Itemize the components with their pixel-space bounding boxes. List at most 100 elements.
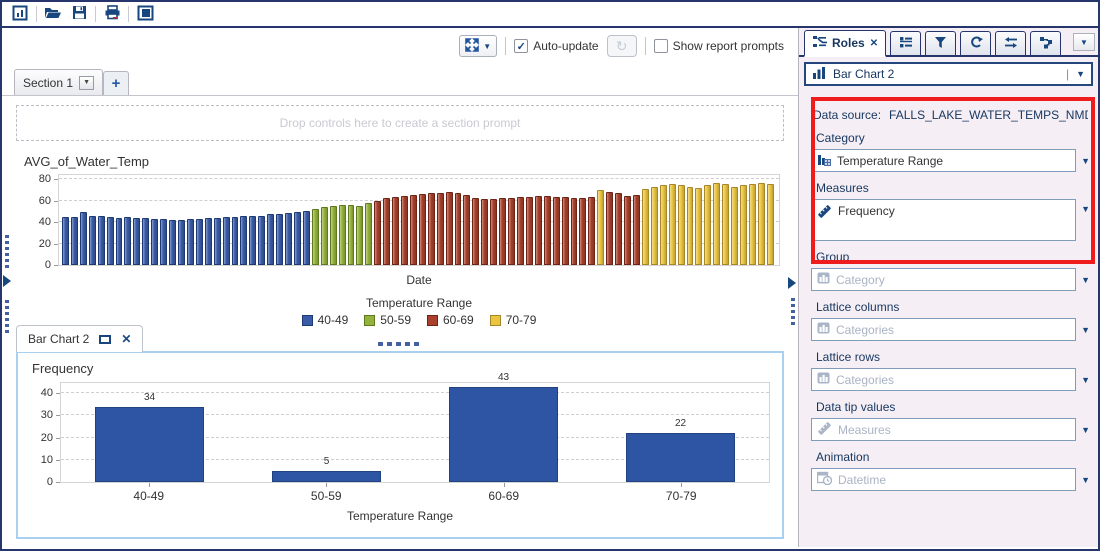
expand-view-button[interactable]: ▼ [459, 35, 497, 57]
bar[interactable] [428, 193, 435, 265]
chart1-plot-area[interactable] [58, 174, 780, 266]
bar[interactable] [437, 193, 444, 265]
bar[interactable] [312, 209, 319, 265]
bar[interactable] [383, 198, 390, 265]
bar[interactable] [124, 217, 131, 265]
bar[interactable] [749, 184, 756, 265]
show-report-prompts-checkbox[interactable]: Show report prompts [654, 39, 784, 53]
bar[interactable] [678, 185, 685, 265]
tab-roles[interactable]: Roles ✕ [804, 30, 886, 57]
bar[interactable] [107, 217, 114, 265]
bar[interactable] [499, 198, 506, 265]
bar[interactable] [472, 198, 479, 265]
section-tab[interactable]: Section 1 ▼ [14, 69, 103, 95]
bar[interactable] [704, 185, 711, 265]
bar-chart-2-tab[interactable]: Bar Chart 2 ✕ [16, 325, 143, 352]
bar[interactable] [571, 198, 578, 265]
bar[interactable] [535, 196, 542, 265]
refresh-button[interactable]: ↻ [607, 35, 637, 57]
bar[interactable] [232, 217, 239, 265]
bar[interactable] [740, 185, 747, 265]
bar[interactable] [95, 407, 205, 482]
legend-item[interactable]: 40-49 [302, 313, 349, 327]
section-prompt-dropzone[interactable]: Drop controls here to create a section p… [16, 105, 784, 141]
bar[interactable] [446, 192, 453, 265]
bar[interactable] [321, 207, 328, 265]
bar[interactable] [758, 183, 765, 265]
bar[interactable] [214, 218, 221, 265]
bar[interactable] [490, 199, 497, 265]
bar[interactable] [62, 217, 69, 265]
bar[interactable] [330, 206, 337, 265]
left-splitter-handle[interactable] [5, 235, 9, 268]
bar[interactable] [240, 216, 247, 265]
bar[interactable] [133, 218, 140, 265]
bar[interactable] [615, 193, 622, 265]
open-button[interactable] [40, 3, 66, 25]
bar[interactable] [687, 187, 694, 265]
bar[interactable] [517, 197, 524, 265]
close-icon[interactable]: ✕ [121, 332, 131, 346]
bar[interactable] [223, 217, 230, 265]
chevron-down-icon[interactable]: ▼ [1081, 475, 1090, 485]
bar[interactable] [562, 197, 569, 265]
tab-properties[interactable] [890, 31, 921, 55]
bar[interactable] [579, 198, 586, 265]
bar[interactable] [508, 198, 515, 265]
bar[interactable] [258, 216, 265, 265]
chevron-down-icon[interactable]: ▼ [1081, 275, 1090, 285]
legend-item[interactable]: 50-59 [364, 313, 411, 327]
print-button[interactable] [99, 3, 125, 25]
bar[interactable] [178, 220, 185, 265]
bar[interactable] [356, 206, 363, 265]
bar[interactable] [633, 195, 640, 265]
bar[interactable] [80, 212, 87, 265]
bar[interactable] [285, 213, 292, 265]
data-tip-values-field[interactable]: Measures [811, 418, 1076, 441]
bar[interactable] [419, 194, 426, 265]
bar[interactable] [374, 201, 381, 266]
tab-ranks[interactable] [1030, 31, 1061, 55]
bar[interactable] [455, 193, 462, 265]
tab-interactions[interactable] [995, 31, 1026, 55]
bar[interactable] [196, 219, 203, 265]
bar[interactable] [187, 219, 194, 265]
chevron-down-icon[interactable]: ▼ [1081, 204, 1090, 214]
bar[interactable] [722, 184, 729, 265]
water-temp-bar-chart[interactable]: AVG_of_Water_Temp 020406080 Date Tempera… [24, 154, 780, 329]
bar[interactable] [597, 190, 604, 265]
legend-item[interactable]: 70-79 [490, 313, 537, 327]
bar[interactable] [365, 203, 372, 265]
group-field[interactable]: Category [811, 268, 1076, 291]
chevron-down-icon[interactable]: ▼ [1081, 425, 1090, 435]
bar[interactable] [463, 195, 470, 265]
bar[interactable] [169, 220, 176, 265]
chevron-down-icon[interactable]: ▼ [1081, 325, 1090, 335]
bar[interactable] [624, 196, 631, 265]
chevron-down-icon[interactable]: ▼ [1081, 156, 1090, 166]
bar[interactable] [89, 216, 96, 265]
object-selector-dropdown[interactable]: Bar Chart 2 | ▼ [804, 62, 1093, 86]
bar[interactable] [339, 205, 346, 265]
bar[interactable] [651, 187, 658, 265]
tab-display-rules[interactable] [960, 31, 991, 55]
bar[interactable] [669, 184, 676, 265]
left-panel-expand-arrow-icon[interactable] [3, 275, 11, 287]
bar[interactable] [71, 217, 78, 265]
tab-filters[interactable] [925, 31, 956, 55]
right-splitter-handle[interactable] [791, 298, 795, 325]
add-section-button[interactable]: + [103, 71, 129, 95]
lattice-rows-field[interactable]: Categories [811, 368, 1076, 391]
bar[interactable] [160, 219, 167, 265]
toggle-panel-button[interactable] [132, 3, 158, 25]
chevron-down-icon[interactable]: ▼ [1081, 375, 1090, 385]
bar[interactable] [713, 183, 720, 265]
measures-field[interactable]: Frequency [811, 199, 1076, 241]
bar[interactable] [626, 433, 736, 482]
bar[interactable] [606, 192, 613, 265]
bar[interactable] [553, 197, 560, 265]
bar[interactable] [481, 199, 488, 265]
chart2-plot-area[interactable]: 3454322 [60, 382, 770, 483]
close-icon[interactable]: ✕ [870, 38, 878, 49]
section-menu-dropdown[interactable]: ▼ [79, 76, 94, 90]
